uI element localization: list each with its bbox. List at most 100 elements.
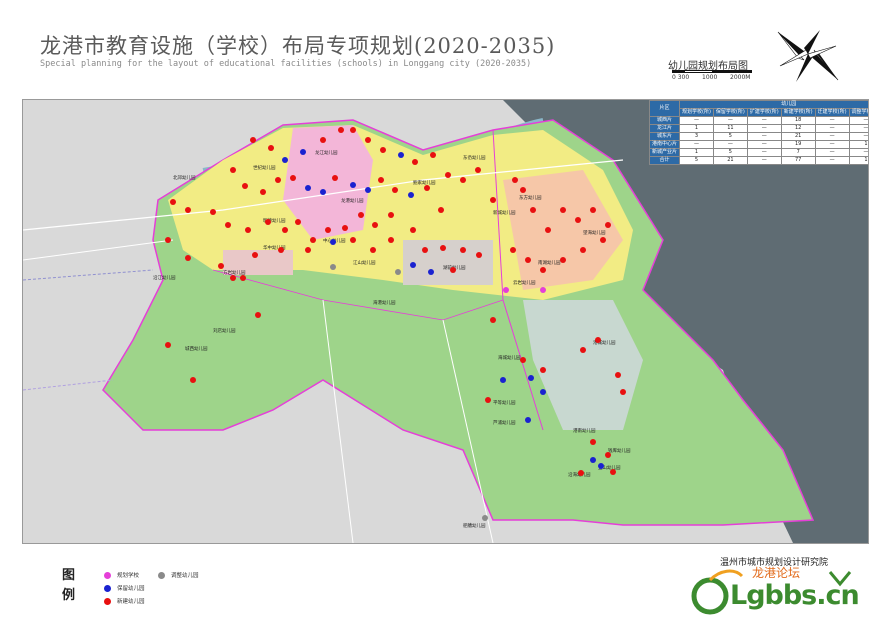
new-kindergarten-marker[interactable] bbox=[388, 237, 394, 243]
retained-kindergarten-marker[interactable] bbox=[398, 152, 404, 158]
new-kindergarten-marker[interactable] bbox=[242, 183, 248, 189]
new-kindergarten-marker[interactable] bbox=[252, 252, 258, 258]
new-kindergarten-marker[interactable] bbox=[255, 312, 261, 318]
new-kindergarten-marker[interactable] bbox=[342, 225, 348, 231]
new-kindergarten-marker[interactable] bbox=[540, 267, 546, 273]
new-kindergarten-marker[interactable] bbox=[320, 137, 326, 143]
new-kindergarten-marker[interactable] bbox=[295, 219, 301, 225]
retained-kindergarten-marker[interactable] bbox=[365, 187, 371, 193]
new-kindergarten-marker[interactable] bbox=[510, 247, 516, 253]
new-kindergarten-marker[interactable] bbox=[476, 252, 482, 258]
new-kindergarten-marker[interactable] bbox=[240, 275, 246, 281]
retained-kindergarten-marker[interactable] bbox=[320, 189, 326, 195]
new-kindergarten-marker[interactable] bbox=[365, 137, 371, 143]
new-kindergarten-marker[interactable] bbox=[545, 227, 551, 233]
new-kindergarten-marker[interactable] bbox=[440, 245, 446, 251]
new-kindergarten-marker[interactable] bbox=[560, 257, 566, 263]
retained-kindergarten-marker[interactable] bbox=[500, 377, 506, 383]
new-kindergarten-marker[interactable] bbox=[218, 263, 224, 269]
new-kindergarten-marker[interactable] bbox=[422, 247, 428, 253]
retained-kindergarten-marker[interactable] bbox=[408, 192, 414, 198]
retained-kindergarten-marker[interactable] bbox=[590, 457, 596, 463]
new-kindergarten-marker[interactable] bbox=[332, 175, 338, 181]
new-kindergarten-marker[interactable] bbox=[610, 469, 616, 475]
new-kindergarten-marker[interactable] bbox=[378, 177, 384, 183]
new-kindergarten-marker[interactable] bbox=[605, 452, 611, 458]
new-kindergarten-marker[interactable] bbox=[512, 177, 518, 183]
new-kindergarten-marker[interactable] bbox=[165, 237, 171, 243]
new-kindergarten-marker[interactable] bbox=[350, 127, 356, 133]
retained-kindergarten-marker[interactable] bbox=[428, 269, 434, 275]
new-kindergarten-marker[interactable] bbox=[438, 207, 444, 213]
new-kindergarten-marker[interactable] bbox=[490, 197, 496, 203]
adjusted-kindergarten-marker[interactable] bbox=[395, 269, 401, 275]
new-kindergarten-marker[interactable] bbox=[575, 217, 581, 223]
retained-kindergarten-marker[interactable] bbox=[525, 417, 531, 423]
map-area[interactable]: 片区 幼儿园 规划学校(所) 保留学校(所) 扩建学校(所) 新建学校(所) 迁建学校(所)… bbox=[22, 99, 869, 544]
new-kindergarten-marker[interactable] bbox=[615, 372, 621, 378]
new-kindergarten-marker[interactable] bbox=[520, 357, 526, 363]
new-kindergarten-marker[interactable] bbox=[605, 222, 611, 228]
new-kindergarten-marker[interactable] bbox=[450, 267, 456, 273]
new-kindergarten-marker[interactable] bbox=[578, 470, 584, 476]
new-kindergarten-marker[interactable] bbox=[225, 222, 231, 228]
new-kindergarten-marker[interactable] bbox=[530, 207, 536, 213]
retained-kindergarten-marker[interactable] bbox=[300, 149, 306, 155]
new-kindergarten-marker[interactable] bbox=[210, 209, 216, 215]
new-kindergarten-marker[interactable] bbox=[590, 439, 596, 445]
new-kindergarten-marker[interactable] bbox=[305, 247, 311, 253]
retained-kindergarten-marker[interactable] bbox=[350, 182, 356, 188]
new-kindergarten-marker[interactable] bbox=[282, 227, 288, 233]
new-kindergarten-marker[interactable] bbox=[380, 147, 386, 153]
new-kindergarten-marker[interactable] bbox=[338, 127, 344, 133]
new-kindergarten-marker[interactable] bbox=[290, 175, 296, 181]
new-kindergarten-marker[interactable] bbox=[278, 247, 284, 253]
new-kindergarten-marker[interactable] bbox=[460, 247, 466, 253]
new-kindergarten-marker[interactable] bbox=[230, 167, 236, 173]
new-kindergarten-marker[interactable] bbox=[275, 177, 281, 183]
new-kindergarten-marker[interactable] bbox=[525, 257, 531, 263]
new-kindergarten-marker[interactable] bbox=[392, 187, 398, 193]
planned-school-marker[interactable] bbox=[503, 287, 509, 293]
new-kindergarten-marker[interactable] bbox=[185, 207, 191, 213]
new-kindergarten-marker[interactable] bbox=[185, 255, 191, 261]
new-kindergarten-marker[interactable] bbox=[410, 227, 416, 233]
new-kindergarten-marker[interactable] bbox=[190, 377, 196, 383]
new-kindergarten-marker[interactable] bbox=[424, 185, 430, 191]
retained-kindergarten-marker[interactable] bbox=[540, 389, 546, 395]
new-kindergarten-marker[interactable] bbox=[600, 237, 606, 243]
retained-kindergarten-marker[interactable] bbox=[282, 157, 288, 163]
retained-kindergarten-marker[interactable] bbox=[410, 262, 416, 268]
new-kindergarten-marker[interactable] bbox=[520, 187, 526, 193]
new-kindergarten-marker[interactable] bbox=[445, 172, 451, 178]
new-kindergarten-marker[interactable] bbox=[580, 347, 586, 353]
adjusted-kindergarten-marker[interactable] bbox=[482, 515, 488, 521]
new-kindergarten-marker[interactable] bbox=[485, 397, 491, 403]
new-kindergarten-marker[interactable] bbox=[388, 212, 394, 218]
new-kindergarten-marker[interactable] bbox=[370, 247, 376, 253]
retained-kindergarten-marker[interactable] bbox=[528, 375, 534, 381]
new-kindergarten-marker[interactable] bbox=[580, 247, 586, 253]
new-kindergarten-marker[interactable] bbox=[170, 199, 176, 205]
new-kindergarten-marker[interactable] bbox=[245, 227, 251, 233]
new-kindergarten-marker[interactable] bbox=[325, 227, 331, 233]
new-kindergarten-marker[interactable] bbox=[620, 389, 626, 395]
planned-school-marker[interactable] bbox=[540, 287, 546, 293]
retained-kindergarten-marker[interactable] bbox=[330, 239, 336, 245]
new-kindergarten-marker[interactable] bbox=[165, 342, 171, 348]
new-kindergarten-marker[interactable] bbox=[260, 189, 266, 195]
new-kindergarten-marker[interactable] bbox=[430, 152, 436, 158]
new-kindergarten-marker[interactable] bbox=[358, 212, 364, 218]
new-kindergarten-marker[interactable] bbox=[590, 207, 596, 213]
new-kindergarten-marker[interactable] bbox=[230, 275, 236, 281]
new-kindergarten-marker[interactable] bbox=[560, 207, 566, 213]
new-kindergarten-marker[interactable] bbox=[460, 177, 466, 183]
new-kindergarten-marker[interactable] bbox=[265, 219, 271, 225]
new-kindergarten-marker[interactable] bbox=[595, 337, 601, 343]
new-kindergarten-marker[interactable] bbox=[350, 237, 356, 243]
new-kindergarten-marker[interactable] bbox=[372, 222, 378, 228]
new-kindergarten-marker[interactable] bbox=[475, 167, 481, 173]
new-kindergarten-marker[interactable] bbox=[540, 367, 546, 373]
new-kindergarten-marker[interactable] bbox=[250, 137, 256, 143]
retained-kindergarten-marker[interactable] bbox=[305, 185, 311, 191]
